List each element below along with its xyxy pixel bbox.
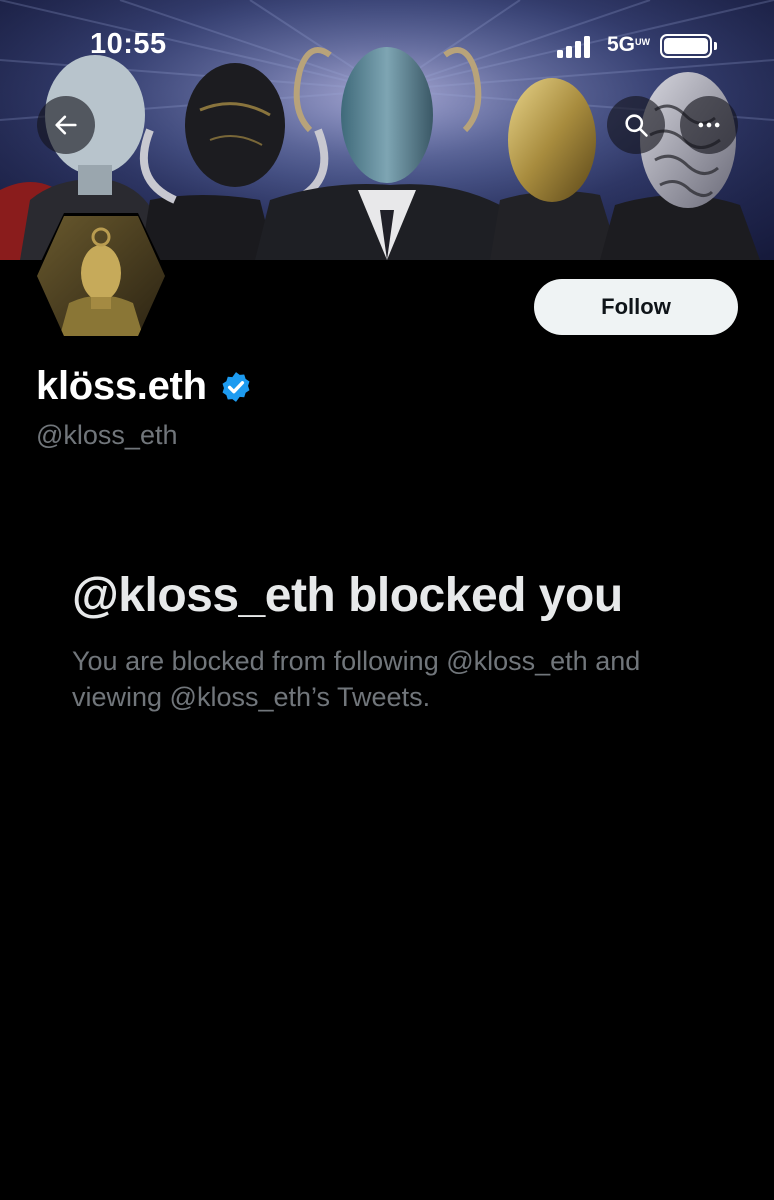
arrow-left-icon bbox=[55, 115, 77, 135]
status-bar: 10:55 5GUW bbox=[0, 0, 774, 90]
battery-icon bbox=[660, 34, 717, 58]
profile-handle: @kloss_eth bbox=[36, 420, 178, 450]
search-icon bbox=[625, 114, 648, 137]
more-options-button[interactable] bbox=[680, 96, 738, 154]
back-button[interactable] bbox=[37, 96, 95, 154]
network-sup-label: UW bbox=[635, 37, 651, 47]
search-button[interactable] bbox=[607, 96, 665, 154]
more-horizontal-icon bbox=[698, 122, 720, 128]
blocked-title: @kloss_eth blocked you bbox=[72, 569, 623, 622]
display-name: klöss.eth bbox=[36, 364, 207, 408]
follow-button[interactable]: Follow bbox=[534, 279, 738, 335]
verified-badge-icon[interactable] bbox=[219, 370, 253, 404]
signal-strength-icon bbox=[557, 36, 597, 58]
avatar-image bbox=[34, 213, 168, 339]
display-name-row: klöss.eth bbox=[36, 364, 253, 409]
profile-avatar[interactable] bbox=[34, 213, 168, 339]
status-time: 10:55 bbox=[90, 28, 167, 60]
network-indicator: 5GUW bbox=[607, 33, 651, 57]
blocked-description: You are blocked from following @kloss_et… bbox=[72, 646, 641, 712]
network-label: 5G bbox=[607, 33, 636, 56]
